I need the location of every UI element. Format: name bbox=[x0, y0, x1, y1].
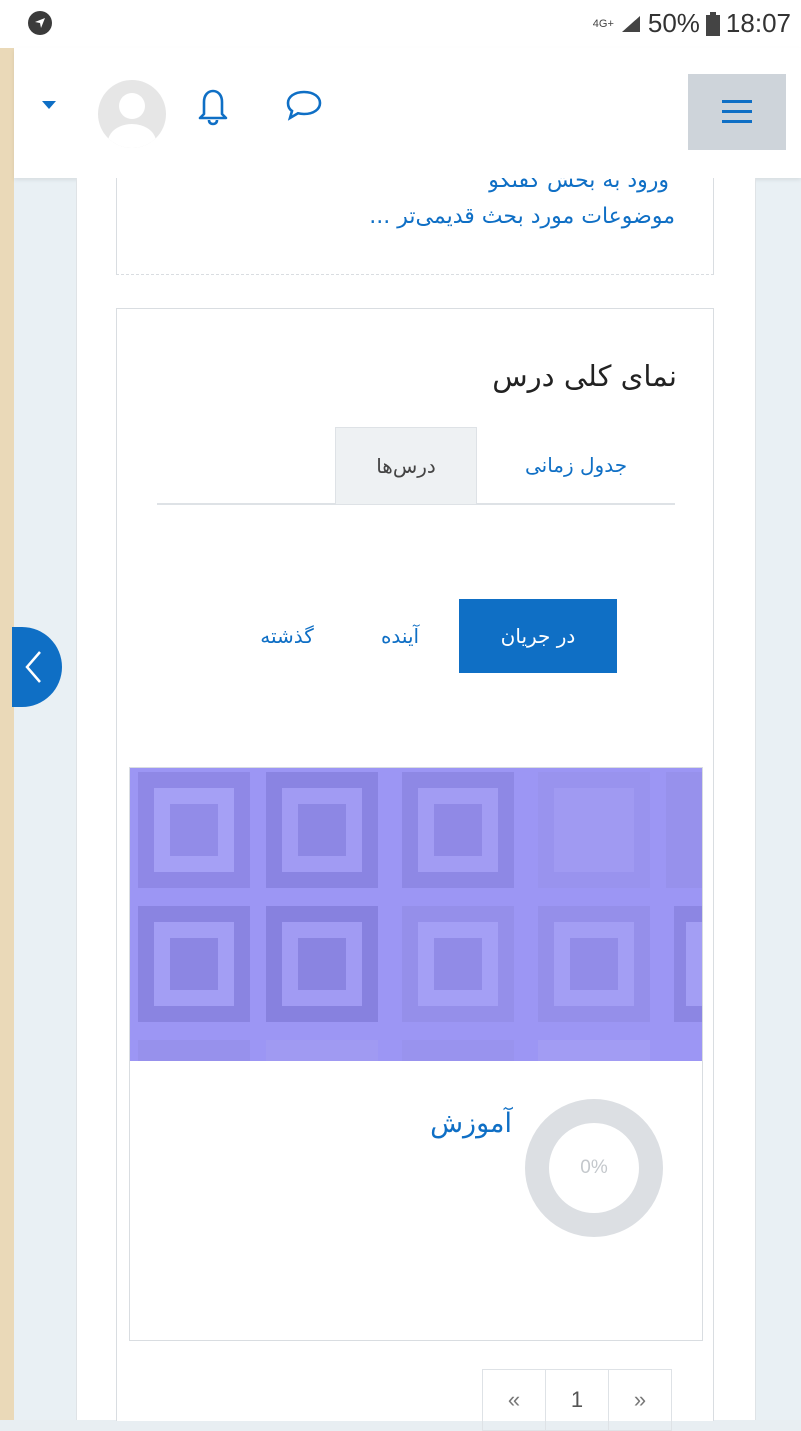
older-topics-link[interactable]: موضوعات مورد بحث قدیمی‌تر ... bbox=[369, 204, 675, 229]
filter-in-progress-button[interactable]: در جریان bbox=[459, 599, 617, 673]
battery-icon bbox=[705, 11, 720, 36]
pagination-next-button[interactable]: » bbox=[608, 1369, 672, 1431]
progress-label: 0% bbox=[580, 1157, 608, 1178]
filter-past-button[interactable]: گذشته bbox=[227, 599, 347, 673]
tab-courses[interactable]: درس‌ها bbox=[335, 427, 477, 504]
network-type: 4G+ bbox=[592, 17, 614, 30]
progress-chart: 0% bbox=[524, 1098, 664, 1238]
forum-block: ورود به بخش گفتگو موضوعات مورد بحث قدیمی… bbox=[116, 178, 714, 275]
avatar[interactable] bbox=[98, 80, 166, 148]
caret-down-icon[interactable] bbox=[42, 101, 56, 109]
status-bar: 4G+ 50% 18:07 bbox=[0, 0, 801, 48]
pagination: « 1 » bbox=[482, 1369, 672, 1431]
signal-icon bbox=[621, 15, 640, 32]
chevron-left-icon bbox=[25, 651, 41, 683]
course-image[interactable] bbox=[130, 768, 702, 1061]
course-name-link[interactable]: آموزش bbox=[430, 1108, 512, 1139]
location-icon bbox=[28, 11, 52, 35]
filter-future-button[interactable]: آینده bbox=[355, 599, 445, 673]
course-card[interactable]: آموزش 0% bbox=[129, 767, 703, 1341]
bell-icon[interactable] bbox=[197, 86, 229, 130]
top-navbar bbox=[14, 48, 801, 178]
left-edge-strip bbox=[0, 0, 14, 1420]
battery-percent: 50% bbox=[647, 8, 700, 38]
clock: 18:07 bbox=[725, 8, 791, 38]
tab-timeline[interactable]: جدول زمانی bbox=[477, 427, 675, 503]
course-overview-block: نمای کلی درس جدول زمانی درس‌ها در جریان … bbox=[116, 308, 714, 1431]
pagination-prev-button[interactable]: « bbox=[482, 1369, 546, 1431]
block-title: نمای کلی درس bbox=[492, 359, 677, 393]
course-filters: در جریان آینده گذشته bbox=[117, 599, 713, 673]
pagination-page-1[interactable]: 1 bbox=[545, 1369, 609, 1431]
chat-bubble-icon[interactable] bbox=[284, 88, 324, 126]
overview-tabs: جدول زمانی درس‌ها bbox=[157, 427, 675, 505]
status-indicators: 4G+ 50% 18:07 bbox=[593, 8, 791, 39]
hamburger-icon[interactable] bbox=[688, 74, 786, 150]
